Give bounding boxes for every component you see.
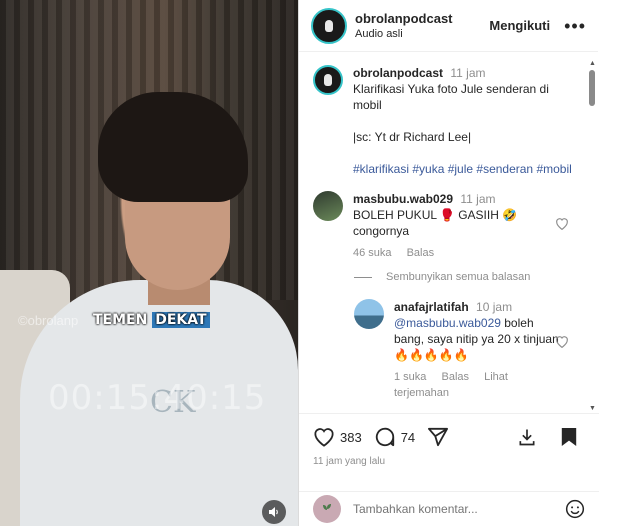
commenter-avatar[interactable] xyxy=(313,191,343,221)
like-action[interactable]: 383 xyxy=(313,427,362,447)
send-icon[interactable] xyxy=(427,427,449,447)
comment-input[interactable] xyxy=(353,502,565,516)
replier-avatar[interactable] xyxy=(354,299,384,329)
reply-body: anafajrlatifah 10 jam @masbubu.wab029 bo… xyxy=(394,299,575,401)
save-action[interactable] xyxy=(560,427,583,447)
reply-item: anafajrlatifah 10 jam @masbubu.wab029 bo… xyxy=(299,299,599,401)
emoji-icon[interactable] xyxy=(565,499,585,519)
hide-replies-label[interactable]: Sembunyikan semua balasan xyxy=(386,271,530,283)
post-caption-item: obrolanpodcast 11 jam Klarifikasi Yuka f… xyxy=(299,65,599,177)
scrollbar-thumb[interactable] xyxy=(589,70,595,106)
post-side-panel: obrolanpodcast Audio asli Mengikuti ••• … xyxy=(298,0,599,526)
microphone-icon xyxy=(325,19,333,32)
heart-icon[interactable] xyxy=(313,427,335,447)
post-header: obrolanpodcast Audio asli Mengikuti ••• xyxy=(299,0,598,52)
comment-likes[interactable]: 46 suka xyxy=(353,247,392,259)
share-action[interactable] xyxy=(427,427,454,447)
comments-scroll-area[interactable]: obrolanpodcast 11 jam Klarifikasi Yuka f… xyxy=(299,53,599,413)
reply-text-line: @masbubu.wab029 boleh bang, saya nitip y… xyxy=(394,315,575,363)
comment-like-heart-icon[interactable] xyxy=(555,217,569,230)
comment-text: BOLEH PUKUL 🥊 GASIIH 🤣 congornya xyxy=(353,208,518,238)
reply-like-heart-icon[interactable] xyxy=(555,335,569,348)
scroll-up-arrow-icon[interactable]: ▲ xyxy=(589,60,596,67)
post-actions-footer: 383 74 11 jam yang lalu xyxy=(299,413,599,467)
comment-username[interactable]: masbubu.wab029 xyxy=(353,192,453,206)
video-caption: TEMEN DEKAT xyxy=(90,310,213,330)
comment-composer xyxy=(299,491,599,526)
download-action[interactable] xyxy=(517,427,542,447)
plant-icon xyxy=(323,504,331,516)
action-bar: 383 74 xyxy=(299,414,599,448)
video-timecode: 00:15:40:15 xyxy=(48,378,267,418)
reply-mention[interactable]: @masbubu.wab029 xyxy=(394,316,501,330)
caption-text: Klarifikasi Yuka foto Jule senderan di m… xyxy=(353,82,549,112)
reply-meta: 1 suka Balas Lihat terjemahan xyxy=(394,369,575,401)
comment-action[interactable]: 74 xyxy=(374,426,415,448)
caption-word-1: TEMEN xyxy=(93,312,148,328)
microphone-icon xyxy=(324,74,332,86)
scroll-down-arrow-icon[interactable]: ▼ xyxy=(589,405,596,412)
comments-scrollbar[interactable]: ▲ ▼ xyxy=(587,60,597,412)
caption-word-2: DEKAT xyxy=(152,312,210,328)
caption-username[interactable]: obrolanpodcast xyxy=(353,66,443,80)
caption-author-avatar[interactable] xyxy=(313,65,343,95)
video-player[interactable]: CK ©obrolanp TEMEN DEKAT 00:15:40:15 xyxy=(0,0,298,526)
divider-line xyxy=(354,276,372,278)
author-avatar[interactable] xyxy=(311,7,347,44)
more-options-icon[interactable]: ••• xyxy=(564,17,586,35)
comment-time: 11 jam xyxy=(460,192,496,206)
caption-body: obrolanpodcast 11 jam Klarifikasi Yuka f… xyxy=(353,65,575,177)
reply-reply-button[interactable]: Balas xyxy=(441,371,469,383)
download-icon[interactable] xyxy=(517,427,537,447)
following-button[interactable]: Mengikuti xyxy=(489,18,550,33)
instagram-post-view: CK ©obrolanp TEMEN DEKAT 00:15:40:15 obr… xyxy=(0,0,621,526)
comment-meta: 46 suka Balas xyxy=(353,245,575,261)
video-watermark: ©obrolanp xyxy=(18,313,79,328)
reply-username[interactable]: anafajrlatifah xyxy=(394,300,469,314)
reply-likes[interactable]: 1 suka xyxy=(394,371,426,383)
author-username[interactable]: obrolanpodcast xyxy=(355,11,489,26)
audio-label[interactable]: Audio asli xyxy=(355,28,489,40)
comment-count[interactable]: 74 xyxy=(401,430,415,445)
author-info: obrolanpodcast Audio asli xyxy=(355,11,489,40)
speaker-icon xyxy=(269,507,278,517)
comment-body: masbubu.wab029 11 jam BOLEH PUKUL 🥊 GASI… xyxy=(353,191,575,261)
comment-reply-button[interactable]: Balas xyxy=(407,247,435,259)
current-user-avatar[interactable] xyxy=(313,495,341,523)
caption-hashtags[interactable]: #klarifikasi #yuka #jule #senderan #mobi… xyxy=(353,161,575,177)
post-timestamp: 11 jam yang lalu xyxy=(313,456,386,467)
sound-toggle-button[interactable] xyxy=(262,500,286,524)
bookmark-icon[interactable] xyxy=(560,427,578,447)
hide-replies-toggle[interactable]: Sembunyikan semua balasan xyxy=(354,271,599,283)
caption-time: 11 jam xyxy=(450,66,486,80)
like-count[interactable]: 383 xyxy=(340,430,362,445)
comment-item: masbubu.wab029 11 jam BOLEH PUKUL 🥊 GASI… xyxy=(299,191,599,261)
reply-time: 10 jam xyxy=(476,300,513,314)
comment-bubble-icon[interactable] xyxy=(374,426,396,448)
caption-source: |sc: Yt dr Richard Lee| xyxy=(353,130,472,144)
